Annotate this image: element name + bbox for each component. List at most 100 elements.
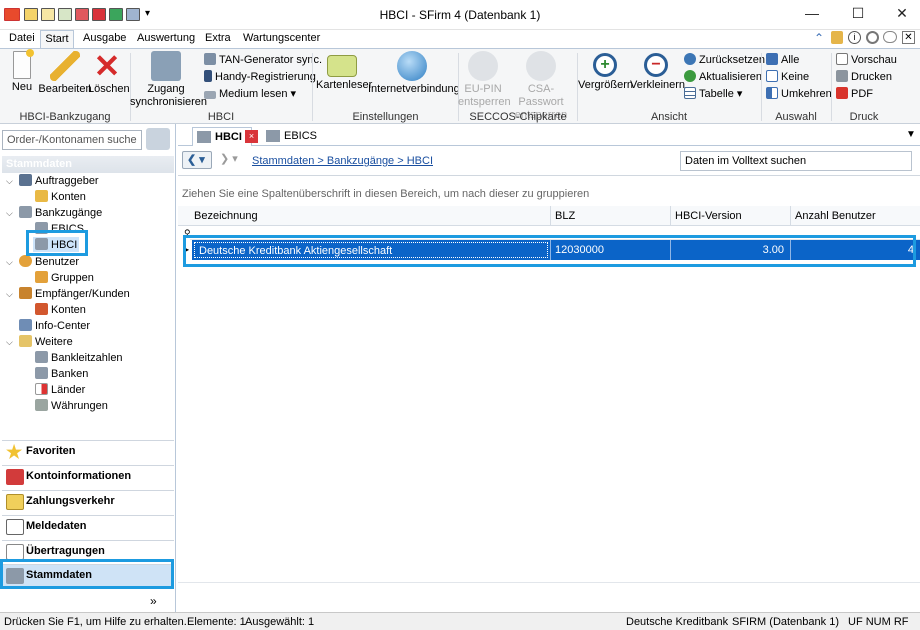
grid-footer-line bbox=[178, 582, 920, 583]
tree-label: Länder bbox=[51, 384, 86, 396]
tree-label: Empfänger/Kunden bbox=[35, 288, 130, 300]
more-nav-button[interactable]: » bbox=[150, 594, 157, 608]
tree-item-benutzer[interactable]: Benutzer bbox=[19, 255, 79, 268]
nav-favoriten[interactable]: ★ Favoriten bbox=[2, 440, 174, 463]
tab-wartungscenter[interactable]: Wartungscenter bbox=[243, 32, 320, 44]
kontoinfo-icon bbox=[6, 469, 24, 485]
column-header-hbci-version[interactable]: HBCI-Version bbox=[670, 206, 742, 226]
tree-item-empfaenger-konten[interactable]: Konten bbox=[35, 303, 86, 316]
close-document-icon[interactable]: ✕ bbox=[902, 31, 915, 44]
status-database: SFIRM (Datenbank 1) bbox=[732, 616, 839, 628]
document-tabs: HBCI × EBICS ▼ bbox=[178, 126, 920, 146]
chevron-down-icon[interactable]: ⌵ bbox=[6, 337, 13, 348]
bank-icon bbox=[35, 367, 48, 379]
neu-button[interactable]: Neu bbox=[8, 49, 36, 94]
tree-label: Konten bbox=[51, 191, 86, 203]
user-icon bbox=[19, 255, 32, 267]
tree-item-bankleitzahlen[interactable]: Bankleitzahlen bbox=[35, 351, 123, 364]
maximize-button[interactable]: ☐ bbox=[838, 3, 878, 25]
minimize-button[interactable]: — bbox=[792, 3, 832, 25]
tree-item-laender[interactable]: Länder bbox=[35, 383, 85, 396]
info-center-icon bbox=[19, 319, 32, 331]
account-search-input[interactable]: Order-/Kontonamen suche bbox=[2, 130, 142, 150]
aktualisieren-button[interactable]: Aktualisieren bbox=[684, 70, 762, 83]
back-button[interactable]: ❮ ▾ bbox=[182, 151, 212, 169]
kartenleser-button[interactable]: Kartenleser bbox=[316, 51, 372, 92]
tab-ausgabe[interactable]: Ausgabe bbox=[83, 32, 126, 44]
gear-icon[interactable] bbox=[866, 31, 879, 44]
invert-selection-icon bbox=[766, 87, 778, 99]
window-title: HBCI - SFirm 4 (Datenbank 1) bbox=[379, 8, 541, 22]
eu-pin-entsperren-button[interactable]: EU-PIN entsperren bbox=[458, 51, 511, 109]
nav-label: Kontoinformationen bbox=[26, 470, 132, 482]
menu-bar: Datei Start Ausgabe Auswertung Extra War… bbox=[0, 30, 920, 49]
aktualisieren-label: Aktualisieren bbox=[699, 71, 762, 83]
tan-generator-icon bbox=[204, 53, 216, 65]
doc-tab-ebics[interactable]: EBICS bbox=[262, 127, 318, 146]
doc-tab-hbci[interactable]: HBCI bbox=[192, 127, 252, 146]
tree-label: Weitere bbox=[35, 336, 73, 348]
chevron-down-icon[interactable]: ⌵ bbox=[6, 257, 13, 268]
chevron-down-icon[interactable]: ⌵ bbox=[6, 208, 13, 219]
chevron-down-icon[interactable]: ⌵ bbox=[6, 176, 13, 187]
refresh-icon bbox=[684, 70, 696, 82]
vergroessern-button[interactable]: + Vergrößern bbox=[578, 51, 633, 92]
fulltext-search-input[interactable]: Daten im Volltext suchen bbox=[680, 151, 912, 171]
nav-zahlungsverkehr[interactable]: Zahlungsverkehr bbox=[2, 490, 174, 513]
chat-icon[interactable] bbox=[883, 31, 897, 43]
umkehren-button[interactable]: Umkehren bbox=[766, 87, 832, 100]
breadcrumb[interactable]: Stammdaten > Bankzugänge > HBCI bbox=[252, 155, 433, 167]
tree-item-empfaenger-kunden[interactable]: Empfänger/Kunden bbox=[19, 287, 130, 300]
home-icon[interactable] bbox=[146, 128, 170, 150]
tree-item-gruppen[interactable]: Gruppen bbox=[35, 271, 94, 284]
tab-start[interactable]: Start bbox=[40, 30, 74, 49]
column-header-bezeichnung[interactable]: Bezeichnung bbox=[194, 210, 258, 222]
tab-datei[interactable]: Datei bbox=[9, 32, 35, 44]
contacts-icon bbox=[19, 287, 32, 299]
column-header-anzahl-benutzer[interactable]: Anzahl Benutzer bbox=[790, 206, 876, 226]
tree-item-info-center[interactable]: Info-Center bbox=[19, 319, 90, 332]
tree-item-auftraggeber[interactable]: Auftraggeber bbox=[19, 174, 99, 187]
medium-lesen-button[interactable]: Medium lesen ▾ bbox=[204, 87, 296, 100]
tab-extra[interactable]: Extra bbox=[205, 32, 231, 44]
tan-generator-sync-button[interactable]: TAN-Generator sync. bbox=[204, 53, 322, 66]
tab-auswertung[interactable]: Auswertung bbox=[137, 32, 195, 44]
tree-item-auftraggeber-konten[interactable]: Konten bbox=[35, 190, 86, 203]
close-button[interactable]: ✕ bbox=[882, 3, 920, 25]
alle-button[interactable]: Alle bbox=[766, 53, 799, 66]
drucken-button[interactable]: Drucken bbox=[836, 70, 892, 83]
tabelle-button[interactable]: Tabelle ▾ bbox=[684, 87, 742, 100]
bearbeiten-button[interactable]: Bearbeiten bbox=[38, 51, 92, 96]
info-icon[interactable]: i bbox=[848, 31, 861, 44]
nav-kontoinformationen[interactable]: Kontoinformationen bbox=[2, 465, 174, 488]
forward-button[interactable]: ❯ ▾ bbox=[216, 151, 246, 169]
tree-item-weitere[interactable]: Weitere bbox=[19, 335, 73, 348]
pdf-button[interactable]: PDF bbox=[836, 87, 873, 100]
keine-button[interactable]: Keine bbox=[766, 70, 809, 83]
handy-registrierung-button[interactable]: Handy-Registrierung bbox=[204, 70, 316, 83]
tree-label: Benutzer bbox=[35, 256, 80, 268]
tab-list-dropdown-icon[interactable]: ▼ bbox=[906, 129, 916, 140]
zuruecksetzen-button[interactable]: Zurücksetzen bbox=[684, 53, 765, 66]
verkleinern-button[interactable]: − Verkleinern bbox=[630, 51, 685, 92]
key-icon[interactable] bbox=[831, 31, 843, 44]
column-header-blz[interactable]: BLZ bbox=[550, 206, 575, 226]
collapse-ribbon-icon[interactable]: ⌃ bbox=[814, 31, 824, 45]
auftraggeber-icon bbox=[19, 174, 32, 186]
vorschau-button[interactable]: Vorschau bbox=[836, 53, 897, 66]
preview-icon bbox=[836, 53, 848, 65]
internetverbindung-button[interactable]: Internetverbindung bbox=[368, 51, 460, 96]
tree-item-waehrungen[interactable]: Währungen bbox=[35, 399, 108, 412]
chevron-down-icon[interactable]: ⌵ bbox=[6, 289, 13, 300]
card-reader-big-icon bbox=[327, 55, 357, 77]
group-label-hbci: HBCI bbox=[207, 111, 235, 123]
tree-item-banken[interactable]: Banken bbox=[35, 367, 88, 380]
zugang-synchronisieren-button[interactable]: Zugang synchronisieren bbox=[130, 51, 207, 109]
loeschen-button[interactable]: ✕ Löschen bbox=[88, 50, 130, 96]
close-tab-icon[interactable]: × bbox=[245, 130, 258, 143]
tree-item-bankzugaenge[interactable]: Bankzugänge bbox=[19, 206, 102, 219]
group-label-druck: Druck bbox=[849, 111, 879, 123]
ribbon: Neu Bearbeiten ✕ Löschen HBCI-Bankzugang… bbox=[0, 48, 920, 124]
nav-meldedaten[interactable]: Meldedaten bbox=[2, 515, 174, 538]
ebics-icon bbox=[266, 130, 280, 142]
